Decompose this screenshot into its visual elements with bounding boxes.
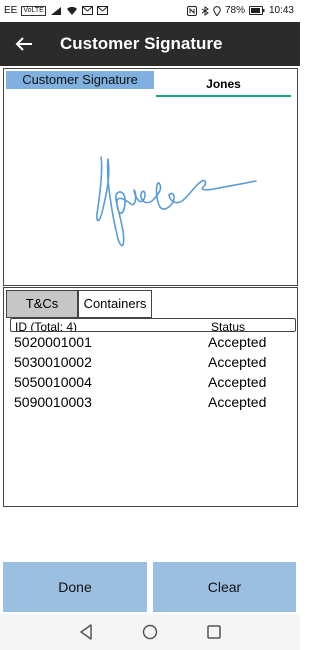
volte-badge: VoLTE [21, 5, 46, 16]
column-header-id: ID (Total: 4) [15, 320, 78, 332]
tab-containers[interactable]: Containers [78, 290, 152, 318]
column-header-status: Status [211, 320, 246, 332]
mail-icon [81, 6, 93, 15]
table-row[interactable]: 5030010002 Accepted [14, 354, 284, 374]
signature-pad[interactable] [4, 99, 297, 285]
signer-name-field[interactable]: Jones [156, 73, 291, 97]
container-id: 5030010002 [14, 354, 92, 370]
container-id: 5020001001 [14, 334, 92, 350]
battery-percent: 78% [224, 5, 245, 16]
nav-recents-icon[interactable] [204, 622, 224, 642]
signal-icon [50, 6, 61, 15]
battery-icon [248, 6, 265, 15]
table-row[interactable]: 5020001001 Accepted [14, 334, 284, 354]
mail-icon [96, 6, 108, 15]
page-title: Customer Signature [60, 34, 223, 53]
table-row[interactable]: 5090010003 Accepted [14, 394, 284, 414]
wifi-icon [66, 6, 77, 15]
container-status: Accepted [208, 354, 267, 370]
clear-button[interactable]: Clear [153, 562, 296, 612]
bluetooth-icon [201, 5, 209, 16]
container-status: Accepted [208, 334, 267, 350]
status-bar: EE VoLTE 78% 10:43 [0, 0, 300, 22]
carrier-label: EE [4, 5, 18, 16]
table-row[interactable]: 5050010004 Accepted [14, 374, 284, 394]
container-status: Accepted [208, 394, 267, 410]
signature-label: Customer Signature [6, 71, 154, 89]
done-button[interactable]: Done [3, 562, 147, 612]
system-nav-bar [0, 614, 300, 650]
back-button[interactable] [10, 30, 38, 58]
signature-panel: Customer Signature Jones [3, 68, 298, 286]
clock: 10:43 [268, 5, 294, 16]
containers-panel: T&Cs Containers ID (Total: 4) Status 502… [3, 287, 298, 507]
tab-tcs[interactable]: T&Cs [6, 290, 78, 318]
signature-stroke [96, 156, 257, 247]
nav-home-icon[interactable] [140, 622, 160, 642]
nfc-icon [186, 5, 197, 16]
table-header: ID (Total: 4) Status [10, 318, 296, 332]
location-icon [213, 5, 221, 16]
arrow-left-icon [15, 37, 32, 51]
container-status: Accepted [208, 374, 267, 390]
app-bar: Customer Signature [0, 22, 300, 66]
container-id: 5050010004 [14, 374, 92, 390]
container-id: 5090010003 [14, 394, 92, 410]
nav-back-icon[interactable] [76, 622, 96, 642]
